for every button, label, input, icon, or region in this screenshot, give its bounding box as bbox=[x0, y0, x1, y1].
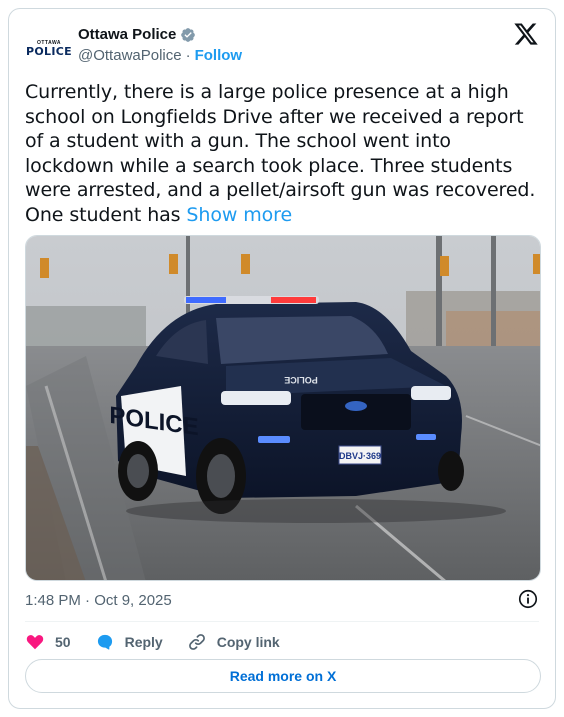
tweet-media-image[interactable]: POLICE DBVJ·369 POLICE bbox=[25, 235, 541, 581]
divider bbox=[25, 621, 539, 622]
like-button[interactable]: 50 bbox=[25, 632, 71, 652]
reply-button[interactable]: Reply bbox=[95, 632, 163, 652]
handle[interactable]: @OttawaPolice bbox=[78, 47, 182, 64]
display-name[interactable]: Ottawa Police bbox=[78, 26, 176, 43]
tweet-timestamp[interactable]: 1:48 PM · Oct 9, 2025 bbox=[25, 592, 172, 609]
handle-row: @OttawaPolice · Follow bbox=[78, 47, 242, 64]
avatar[interactable]: OTTAWA POLICE bbox=[25, 25, 73, 73]
like-count: 50 bbox=[55, 634, 71, 650]
reply-bubble-icon bbox=[97, 634, 112, 650]
handle-separator: · bbox=[185, 47, 191, 64]
show-more-link[interactable]: Show more bbox=[186, 204, 292, 226]
copy-link-button[interactable]: Copy link bbox=[187, 632, 280, 652]
read-more-button[interactable]: Read more on X bbox=[25, 659, 541, 693]
plate-text: DBVJ·369 bbox=[339, 451, 381, 461]
tweet-card: OTTAWA POLICE Ottawa Police @OttawaPolic… bbox=[8, 8, 556, 709]
link-icon bbox=[188, 634, 205, 650]
author-name-row: Ottawa Police bbox=[78, 26, 196, 43]
tweet-text: Currently, there is a large police prese… bbox=[25, 80, 543, 227]
reply-label: Reply bbox=[124, 634, 163, 650]
follow-button[interactable]: Follow bbox=[195, 47, 243, 64]
copy-link-label: Copy link bbox=[216, 634, 280, 650]
police-car-photo: POLICE DBVJ·369 POLICE bbox=[26, 236, 540, 580]
hood-text: POLICE bbox=[284, 375, 318, 385]
verified-badge-icon bbox=[181, 27, 196, 42]
avatar-big-text: POLICE bbox=[26, 45, 72, 58]
heart-icon bbox=[26, 635, 44, 650]
action-bar: 50 Reply Copy link bbox=[25, 629, 304, 655]
x-logo-icon[interactable] bbox=[513, 21, 539, 47]
info-icon[interactable] bbox=[517, 588, 539, 610]
